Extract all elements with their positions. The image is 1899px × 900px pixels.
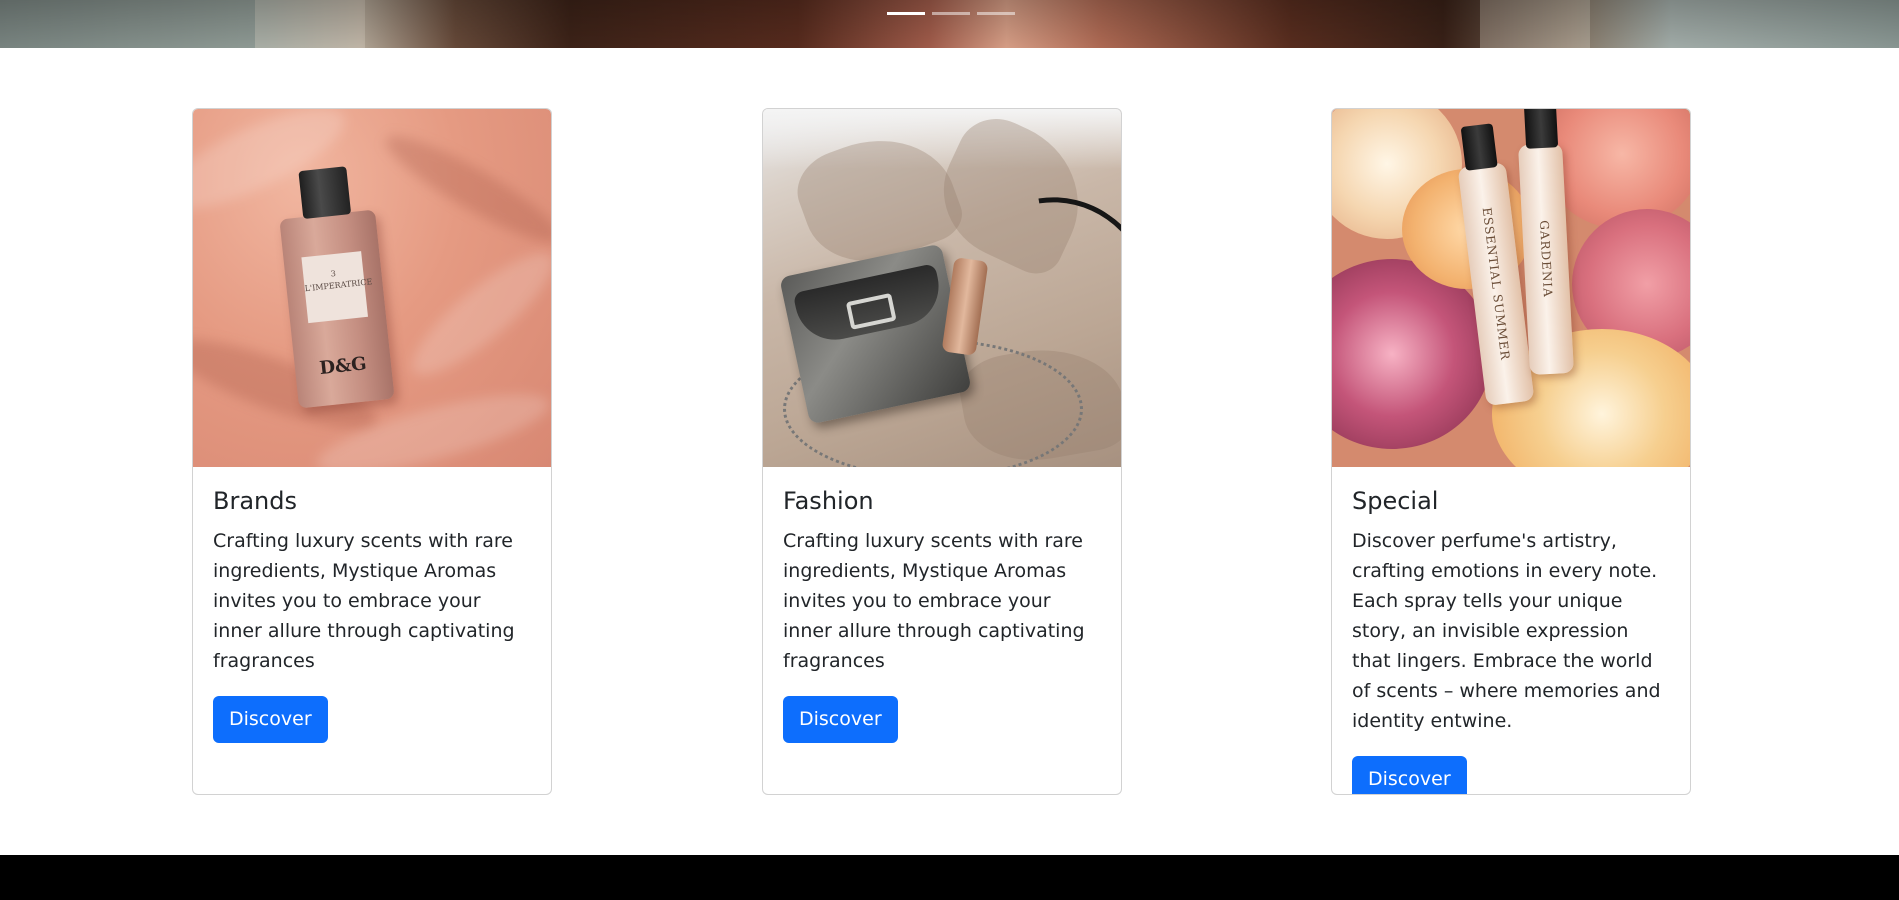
card-text: Discover perfume's artistry, crafting em… [1352, 529, 1661, 732]
card-text: Crafting luxury scents with rare ingredi… [213, 529, 515, 672]
bottle-label: 3 L'IMPERATRICE [301, 251, 373, 324]
card-image-flowers-vials: ESSENTIAL SUMMER GARDENIA [1332, 109, 1690, 467]
carousel-indicator-3[interactable] [977, 12, 1015, 15]
carousel-indicators [887, 12, 1015, 15]
footer [0, 855, 1899, 900]
wristwatch [941, 257, 989, 356]
card-body: Brands Crafting luxury scents with rare … [193, 467, 551, 763]
discover-button[interactable]: Discover [1352, 755, 1467, 794]
hero-carousel [0, 0, 1899, 48]
discover-button[interactable]: Discover [213, 695, 328, 743]
card-text: Crafting luxury scents with rare ingredi… [783, 529, 1085, 672]
card-fashion: Fashion Crafting luxury scents with rare… [762, 108, 1122, 795]
brand-logo: D&G [318, 353, 368, 380]
card-title: Brands [213, 487, 297, 515]
card-title: Fashion [783, 487, 874, 515]
card-image-perfume-bottle: 3 L'IMPERATRICE D&G [193, 109, 551, 467]
card-special: ESSENTIAL SUMMER GARDENIA Special Discov… [1331, 108, 1691, 795]
card-image-handbag-coat [763, 109, 1121, 467]
carousel-indicator-1[interactable] [887, 12, 925, 15]
card-body: Fashion Crafting luxury scents with rare… [763, 467, 1121, 763]
carousel-indicator-2[interactable] [932, 12, 970, 15]
perfume-bottle: 3 L'IMPERATRICE D&G [279, 166, 395, 409]
card-title: Special [1352, 487, 1439, 515]
card-brands: 3 L'IMPERATRICE D&G Brands Crafting luxu… [192, 108, 552, 795]
card-body: Special Discover perfume's artistry, cra… [1332, 467, 1690, 794]
discover-button[interactable]: Discover [783, 695, 898, 743]
